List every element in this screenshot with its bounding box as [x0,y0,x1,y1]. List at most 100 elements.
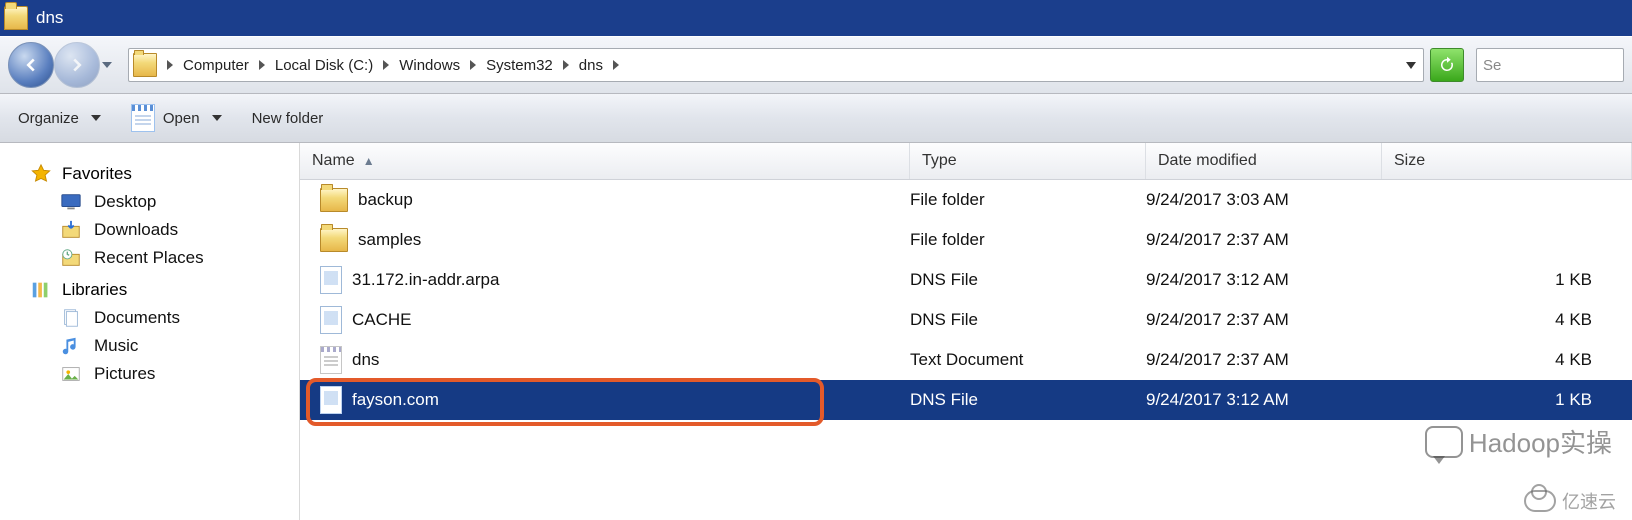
sidebar-group-favorites[interactable]: Favorites [30,163,295,185]
address-dropdown[interactable] [1399,49,1423,81]
file-type: File folder [910,230,1146,250]
file-type: File folder [910,190,1146,210]
column-header-date[interactable]: Date modified [1146,143,1382,179]
chevron-right-icon[interactable] [563,60,569,70]
documents-icon [60,307,82,329]
notepad-icon [131,104,155,132]
file-size: 1 KB [1382,390,1632,410]
chevron-right-icon[interactable] [383,60,389,70]
file-name: CACHE [352,310,412,330]
text-file-icon [320,346,342,374]
chevron-right-icon[interactable] [613,60,619,70]
window-title: dns [36,8,63,28]
file-date: 9/24/2017 2:37 AM [1146,310,1382,330]
title-bar[interactable]: dns [0,0,1632,36]
table-row[interactable]: CACHE DNS File9/24/2017 2:37 AM4 KB [300,300,1632,340]
recent-icon [60,247,82,269]
cloud-icon [1524,490,1556,512]
sidebar-item-downloads[interactable]: Downloads [60,219,295,241]
folder-icon [133,53,157,77]
watermark-text: Hadoop实操 [1469,423,1612,460]
table-row[interactable]: dnsText Document9/24/2017 2:37 AM4 KB [300,340,1632,380]
desktop-icon [60,191,82,213]
breadcrumb[interactable]: Local Disk (C:) [269,49,379,81]
column-header-type[interactable]: Type [910,143,1146,179]
download-icon [60,219,82,241]
libraries-icon [30,279,52,301]
file-date: 9/24/2017 3:12 AM [1146,390,1382,410]
breadcrumb[interactable]: Computer [177,49,255,81]
sidebar-item-documents[interactable]: Documents [60,307,295,329]
column-header-name[interactable]: Name ▲ [300,143,910,179]
navigation-bar: Computer Local Disk (C:) Windows System3… [0,36,1632,94]
explorer-body: Favorites Desktop Downloads Recent Place… [0,143,1632,520]
file-name: dns [352,350,379,370]
file-name: fayson.com [352,390,439,410]
breadcrumb[interactable]: Windows [393,49,466,81]
chevron-right-icon[interactable] [167,60,173,70]
file-date: 9/24/2017 2:37 AM [1146,350,1382,370]
column-header-size[interactable]: Size [1382,143,1632,179]
file-rows: backupFile folder9/24/2017 3:03 AMsample… [300,180,1632,520]
new-folder-label: New folder [252,110,324,127]
sidebar-item-label: Recent Places [94,248,204,268]
chevron-down-icon [1406,62,1416,69]
table-row[interactable]: backupFile folder9/24/2017 3:03 AM [300,180,1632,220]
sidebar-item-label: Downloads [94,220,178,240]
refresh-button[interactable] [1430,48,1464,82]
sidebar-item-pictures[interactable]: Pictures [60,363,295,385]
back-button[interactable] [8,42,54,88]
breadcrumb[interactable]: System32 [480,49,559,81]
file-list: Name ▲ Type Date modified Size backup Fil… [300,143,1632,520]
search-placeholder: Se [1483,57,1501,74]
file-icon [320,386,342,414]
folder-icon [4,6,28,30]
breadcrumb[interactable]: dns [573,49,609,81]
search-input[interactable]: Se [1476,48,1624,82]
favorites-label: Favorites [62,164,132,184]
sidebar-group-libraries[interactable]: Libraries [30,279,295,301]
chevron-right-icon[interactable] [470,60,476,70]
file-name: samples [358,230,421,250]
file-type: Text Document [910,350,1146,370]
watermark-corner: 亿速云 [1524,488,1616,514]
file-name: 31.172.in-addr.arpa [352,270,499,290]
chevron-down-icon [212,115,222,121]
folder-icon [320,228,348,252]
watermark-corner-text: 亿速云 [1562,488,1616,514]
open-button[interactable]: Open [125,100,228,136]
new-folder-button[interactable]: New folder [246,106,330,131]
forward-button[interactable] [54,42,100,88]
table-row[interactable]: 31.172.in-addr.arpaDNS File9/24/2017 3:1… [300,260,1632,300]
speech-bubble-icon [1425,426,1463,458]
file-size: 4 KB [1382,310,1632,330]
history-dropdown-icon[interactable] [102,62,112,68]
column-label: Type [922,152,957,170]
music-icon [60,335,82,357]
watermark: Hadoop实操 [1425,423,1612,460]
file-icon [320,266,342,294]
sidebar-item-label: Documents [94,308,180,328]
star-icon [30,163,52,185]
chevron-right-icon[interactable] [259,60,265,70]
sidebar-item-music[interactable]: Music [60,335,295,357]
column-label: Date modified [1158,152,1257,170]
command-bar: Organize Open New folder [0,94,1632,143]
file-name: backup [358,190,413,210]
column-headers: Name ▲ Type Date modified Size [300,143,1632,180]
sidebar-item-label: Desktop [94,192,156,212]
organize-button[interactable]: Organize [12,106,107,131]
file-type: DNS File [910,390,1146,410]
file-type: DNS File [910,310,1146,330]
column-label: Name [312,152,355,170]
sidebar-item-desktop[interactable]: Desktop [60,191,295,213]
file-date: 9/24/2017 2:37 AM [1146,230,1382,250]
table-row[interactable]: samples File folder9/24/2017 2:37 AM [300,220,1632,260]
sidebar-item-recent[interactable]: Recent Places [60,247,295,269]
navigation-pane[interactable]: Favorites Desktop Downloads Recent Place… [0,143,300,520]
table-row[interactable]: fayson.com DNS File9/24/2017 3:12 AM1 KB [300,380,1632,420]
open-label: Open [163,110,200,127]
address-bar[interactable]: Computer Local Disk (C:) Windows System3… [128,48,1424,82]
organize-label: Organize [18,110,79,127]
pictures-icon [60,363,82,385]
